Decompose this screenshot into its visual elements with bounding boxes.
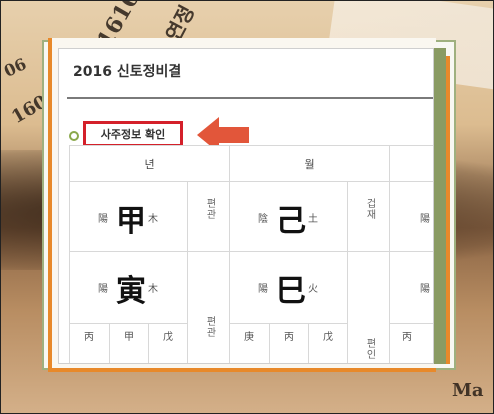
header-day (389, 145, 433, 181)
header-month: 월 (229, 145, 389, 181)
day-hidden-stem: 丙 (402, 332, 412, 343)
year-hidden-stem: 甲 (124, 332, 134, 343)
year-hidden-cell: 戊 (148, 323, 187, 363)
month-branch-god-cell: 편인 (347, 251, 389, 363)
day-hidden-cell: 丙 (389, 323, 433, 363)
month-hidden-stem: 丙 (284, 332, 294, 343)
bullet-icon (69, 131, 79, 141)
section-label-saju-info[interactable]: 사주정보 확인 (83, 121, 183, 147)
day-stem-yinyang: 陽 (420, 214, 430, 225)
header-month-label: 월 (304, 157, 315, 171)
month-stem-god-cell: 겁재 (347, 181, 389, 251)
month-branch-cell: 陽 巳 火 (229, 251, 347, 323)
year-stem-god: 편관 (204, 198, 215, 220)
month-stem-yinyang: 陰 (258, 214, 268, 225)
year-hidden-cell: 甲 (109, 323, 148, 363)
day-stem-cell: 陽 (389, 181, 433, 251)
year-hidden-stem: 丙 (84, 332, 94, 343)
month-hidden-cell: 庚 (229, 323, 269, 363)
saju-table: 년 월 陽 甲 木 편관 陰 己 土 겁재 陽 陽 寅 木 편관 陽 巳 火 편… (69, 145, 433, 363)
month-hidden-stem: 庚 (244, 332, 254, 343)
header-year-label: 년 (144, 157, 155, 171)
year-branch-cell: 陽 寅 木 (69, 251, 187, 323)
year-hidden-stem: 戊 (163, 332, 173, 343)
day-branch-cell: 陽 (389, 251, 433, 323)
year-branch-god-cell: 편관 (187, 251, 229, 363)
year-stem-god-cell: 편관 (187, 181, 229, 251)
day-branch-yinyang: 陽 (420, 284, 430, 295)
card-edge-strip-orange (446, 56, 450, 364)
title-divider (67, 97, 433, 99)
year-hidden-cell: 丙 (69, 323, 109, 363)
month-hidden-stem: 戊 (323, 332, 333, 343)
year-branch-element: 木 (148, 284, 158, 295)
month-branch-char: 巳 (276, 274, 306, 309)
section-label-text: 사주정보 확인 (100, 128, 166, 141)
year-stem-char: 甲 (116, 204, 146, 239)
month-hidden-cell: 丙 (269, 323, 308, 363)
month-hidden-cell: 戊 (308, 323, 347, 363)
bg-fragment: Ma (452, 380, 484, 401)
year-stem-cell: 陽 甲 木 (69, 181, 187, 251)
year-branch-char: 寅 (116, 274, 146, 309)
year-stem-element: 木 (148, 214, 158, 225)
month-stem-god: 겁재 (364, 198, 375, 220)
year-branch-god: 편관 (204, 316, 215, 338)
month-branch-yinyang: 陽 (258, 284, 268, 295)
year-stem-yinyang: 陽 (98, 214, 108, 225)
card-title: 2016 신토정비결 (73, 64, 182, 80)
month-branch-god: 편인 (364, 338, 375, 360)
saju-card: 2016 신토정비결 사주정보 확인 년 월 陽 甲 木 편관 陰 己 土 겁재… (58, 48, 434, 364)
year-branch-yinyang: 陽 (98, 284, 108, 295)
card-edge-strip (432, 48, 446, 364)
header-year: 년 (69, 145, 229, 181)
month-stem-char: 己 (276, 204, 306, 239)
month-branch-element: 火 (308, 284, 318, 295)
month-stem-cell: 陰 己 土 (229, 181, 347, 251)
month-stem-element: 土 (308, 214, 318, 225)
